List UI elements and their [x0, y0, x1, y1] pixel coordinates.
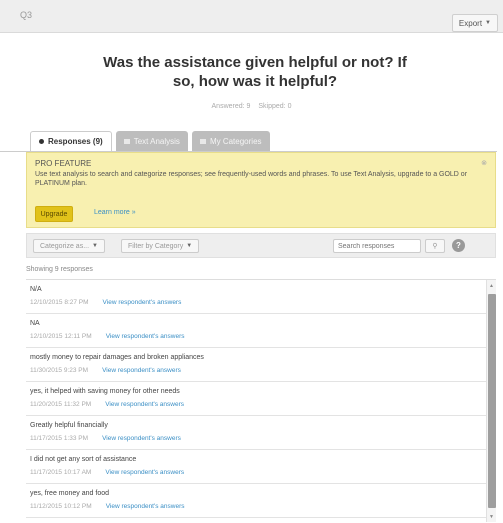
response-date: 12/10/2015 12:11 PM — [30, 333, 92, 340]
scroll-up-icon[interactable]: ▲ — [489, 283, 494, 289]
lock-icon — [199, 138, 206, 144]
view-answers-link[interactable]: View respondent's answers — [103, 299, 182, 306]
categorize-label: Categorize as... — [40, 242, 90, 250]
chevron-down-icon: ▼ — [186, 243, 193, 249]
response-text: yes, free money and food — [30, 490, 109, 497]
response-date: 11/17/2015 10:17 AM — [30, 469, 92, 476]
response-text: yes, it helped with saving money for oth… — [30, 388, 180, 395]
response-text: NA — [30, 320, 40, 327]
filter-category-dropdown[interactable]: Filter by Category ▼ — [121, 239, 200, 253]
tab-responses[interactable]: Responses (9) — [30, 131, 112, 151]
search-button[interactable]: ⚲ — [425, 239, 445, 253]
view-answers-link[interactable]: View respondent's answers — [102, 367, 181, 374]
categorize-dropdown[interactable]: Categorize as... ▼ — [33, 239, 105, 253]
pro-feature-banner: PRO FEATURE ⊗ Use text analysis to searc… — [26, 152, 496, 228]
search-input[interactable] — [333, 239, 421, 253]
chevron-down-icon: ▼ — [92, 243, 98, 249]
response-date: 12/10/2015 8:27 PM — [30, 299, 89, 306]
tab-bar: Responses (9) Text Analysis My Categorie… — [30, 131, 270, 151]
question-header-bar: Q3 Export ▼ — [0, 0, 503, 33]
upgrade-button[interactable]: Upgrade — [35, 206, 73, 222]
pro-feature-text: Use text analysis to search and categori… — [35, 171, 468, 187]
response-date: 11/17/2015 1:33 PM — [30, 435, 89, 442]
chevron-down-icon: ▼ — [485, 20, 491, 26]
response-meta: 11/17/2015 10:17 AM View respondent's ans… — [30, 469, 488, 476]
response-text: mostly money to repair damages and broke… — [30, 354, 204, 361]
tab-text-analysis-label: Text Analysis — [133, 136, 180, 146]
response-date: 11/12/2015 10:12 PM — [30, 503, 92, 510]
response-meta: 12/10/2015 12:11 PM View respondent's ans… — [30, 333, 488, 340]
response-text: Greatly helpful financially — [30, 422, 108, 429]
view-answers-link[interactable]: View respondent's answers — [106, 333, 185, 340]
close-icon[interactable]: ⊗ — [481, 159, 487, 167]
response-meta: 11/30/2015 9:23 PM View respondent's answ… — [30, 367, 488, 374]
response-meta: 11/17/2015 1:33 PM View respondent's answ… — [30, 435, 488, 442]
list-item: mostly money to repair damages and broke… — [26, 348, 496, 382]
help-icon[interactable]: ? — [452, 239, 465, 252]
view-answers-link[interactable]: View respondent's answers — [105, 469, 184, 476]
filter-toolbar: Categorize as... ▼ Filter by Category ▼ … — [26, 233, 496, 258]
bullet-icon — [39, 139, 44, 144]
list-item: Greatly helpful financially 11/17/2015 1… — [26, 416, 496, 450]
list-item: I did not get any sort of assistance 11/… — [26, 450, 496, 484]
response-date: 11/30/2015 9:23 PM — [30, 367, 89, 374]
learn-more-link[interactable]: Learn more » — [94, 209, 136, 216]
list-item: yes, it helped with saving money for oth… — [26, 382, 496, 416]
answered-count: Answered: 9 — [211, 103, 251, 110]
pro-feature-title: PRO FEATURE — [35, 159, 92, 168]
response-meta: 11/20/2015 11:32 PM View respondent's ans… — [30, 401, 488, 408]
search-icon: ⚲ — [432, 243, 438, 250]
tab-text-analysis[interactable]: Text Analysis — [115, 131, 188, 151]
response-text: I did not get any sort of assistance — [30, 456, 137, 463]
question-title: Was the assistance given helpful or not?… — [103, 54, 407, 90]
skipped-count: Skipped: 0 — [258, 103, 292, 110]
list-item: N/A 12/10/2015 8:27 PM View respondent's … — [26, 280, 496, 314]
response-text: N/A — [30, 286, 42, 293]
scroll-down-icon[interactable]: ▼ — [489, 514, 494, 520]
tab-my-categories-label: My Categories — [209, 136, 262, 146]
response-stats: Answered: 9 Skipped: 0 — [0, 103, 503, 110]
responses-list: N/A 12/10/2015 8:27 PM View respondent's … — [26, 279, 496, 522]
response-meta: 11/12/2015 10:12 PM View respondent's ans… — [30, 503, 488, 510]
tab-my-categories[interactable]: My Categories — [191, 131, 270, 151]
showing-count: Showing 9 responses — [26, 266, 93, 273]
filter-category-label: Filter by Category — [128, 242, 184, 250]
response-meta: 12/10/2015 8:27 PM View respondent's answ… — [30, 299, 488, 306]
survey-question-panel: Q3 Export ▼ Was the assistance given hel… — [0, 0, 503, 523]
list-item: yes, free money and food 11/12/2015 10:1… — [26, 484, 496, 518]
list-scrollbar[interactable]: ▲ ▼ — [486, 280, 496, 522]
view-answers-link[interactable]: View respondent's answers — [105, 401, 184, 408]
view-answers-link[interactable]: View respondent's answers — [106, 503, 185, 510]
view-answers-link[interactable]: View respondent's answers — [102, 435, 181, 442]
lock-icon — [123, 138, 130, 144]
export-label: Export — [458, 18, 483, 28]
tab-responses-label: Responses (9) — [48, 137, 103, 146]
list-item: NA 12/10/2015 12:11 PM View respondent's … — [26, 314, 496, 348]
export-button[interactable]: Export ▼ — [451, 14, 498, 32]
response-date: 11/20/2015 11:32 PM — [30, 401, 92, 408]
scrollbar-thumb[interactable] — [488, 294, 496, 508]
question-number: Q3 — [20, 10, 33, 20]
